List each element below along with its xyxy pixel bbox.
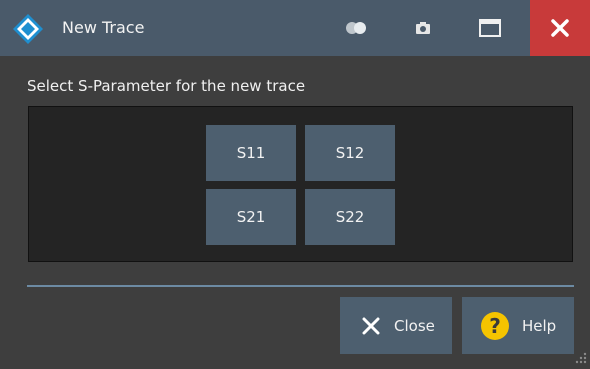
close-icon — [551, 19, 569, 37]
svg-text:?: ? — [489, 314, 501, 338]
close-button[interactable]: Close — [340, 297, 452, 354]
s22-button[interactable]: S22 — [305, 189, 395, 245]
title-bar[interactable]: New Trace — [0, 0, 590, 56]
s21-button[interactable]: S21 — [206, 189, 296, 245]
maximize-icon — [479, 19, 501, 37]
camera-icon — [416, 22, 430, 34]
screenshot-button[interactable] — [397, 0, 449, 56]
new-trace-dialog: New Trace Select S-Parameter for the new… — [0, 0, 590, 369]
s12-button[interactable]: S12 — [305, 125, 395, 181]
close-x-icon — [362, 317, 380, 334]
help-icon: ? — [481, 311, 509, 340]
help-button[interactable]: ? Help — [462, 297, 574, 354]
help-button-label: Help — [522, 316, 557, 335]
instruction-label: Select S-Parameter for the new trace — [27, 77, 306, 95]
toggle-button[interactable] — [330, 0, 382, 56]
footer-divider — [27, 285, 574, 287]
toggle-icon — [346, 22, 366, 34]
s11-button[interactable]: S11 — [206, 125, 296, 181]
window-title: New Trace — [62, 18, 145, 37]
maximize-button[interactable] — [464, 0, 516, 56]
resize-grip-icon[interactable] — [575, 352, 587, 364]
close-button-label: Close — [394, 316, 435, 335]
sparameter-panel: S11 S12 S21 S22 — [28, 106, 573, 262]
rohde-schwarz-logo-icon — [13, 14, 43, 44]
close-window-button[interactable] — [530, 0, 590, 56]
